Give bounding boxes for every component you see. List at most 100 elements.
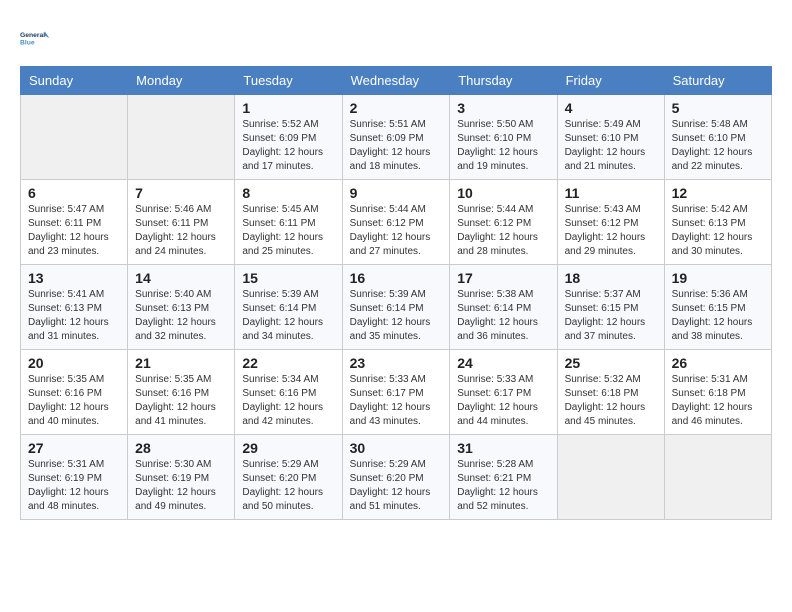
day-number: 11 xyxy=(565,185,657,201)
day-info: Sunrise: 5:43 AM Sunset: 6:12 PM Dayligh… xyxy=(565,203,657,259)
calendar-cell: 8Sunrise: 5:45 AM Sunset: 6:11 PM Daylig… xyxy=(235,180,342,265)
logo: GeneralBlue xyxy=(20,20,56,56)
day-header-saturday: Saturday xyxy=(664,67,771,95)
day-number: 24 xyxy=(457,355,549,371)
day-info: Sunrise: 5:44 AM Sunset: 6:12 PM Dayligh… xyxy=(350,203,443,259)
calendar-cell: 14Sunrise: 5:40 AM Sunset: 6:13 PM Dayli… xyxy=(128,265,235,350)
calendar-table: SundayMondayTuesdayWednesdayThursdayFrid… xyxy=(20,66,772,520)
calendar-cell: 24 Sunrise: 5:33 AM Sunset: 6:17 PM Dayli… xyxy=(450,350,557,435)
day-number: 21 xyxy=(135,355,227,371)
calendar-cell: 13 Sunrise: 5:41 AM Sunset: 6:13 PM Dayli… xyxy=(21,265,128,350)
day-number: 25 xyxy=(565,355,657,371)
day-number: 1 xyxy=(242,100,334,116)
calendar-cell: 22 Sunrise: 5:34 AM Sunset: 6:16 PM Dayli… xyxy=(235,350,342,435)
calendar-cell: 4Sunrise: 5:49 AM Sunset: 6:10 PM Daylig… xyxy=(557,95,664,180)
logo-icon: GeneralBlue xyxy=(20,20,56,56)
day-number: 9 xyxy=(350,185,443,201)
calendar-cell: 27Sunrise: 5:31 AM Sunset: 6:19 PM Dayli… xyxy=(21,435,128,520)
calendar-cell: 23 Sunrise: 5:33 AM Sunset: 6:17 PM Dayli… xyxy=(342,350,450,435)
day-info: Sunrise: 5:51 AM Sunset: 6:09 PM Dayligh… xyxy=(350,118,443,174)
calendar-cell: 5 Sunrise: 5:48 AM Sunset: 6:10 PM Daylig… xyxy=(664,95,771,180)
calendar-cell: 18 Sunrise: 5:37 AM Sunset: 6:15 PM Dayli… xyxy=(557,265,664,350)
day-number: 17 xyxy=(457,270,549,286)
calendar-week-4: 20 Sunrise: 5:35 AM Sunset: 6:16 PM Dayli… xyxy=(21,350,772,435)
day-header-monday: Monday xyxy=(128,67,235,95)
day-info: Sunrise: 5:33 AM Sunset: 6:17 PM Dayligh… xyxy=(457,373,549,429)
day-header-tuesday: Tuesday xyxy=(235,67,342,95)
day-info: Sunrise: 5:48 AM Sunset: 6:10 PM Dayligh… xyxy=(672,118,764,174)
day-info: Sunrise: 5:47 AM Sunset: 6:11 PM Dayligh… xyxy=(28,203,120,259)
day-info: Sunrise: 5:37 AM Sunset: 6:15 PM Dayligh… xyxy=(565,288,657,344)
day-number: 22 xyxy=(242,355,334,371)
svg-text:Blue: Blue xyxy=(20,39,35,46)
day-info: Sunrise: 5:46 AM Sunset: 6:11 PM Dayligh… xyxy=(135,203,227,259)
calendar-cell: 3Sunrise: 5:50 AM Sunset: 6:10 PM Daylig… xyxy=(450,95,557,180)
calendar-cell: 15Sunrise: 5:39 AM Sunset: 6:14 PM Dayli… xyxy=(235,265,342,350)
day-number: 20 xyxy=(28,355,120,371)
calendar-cell: 2 Sunrise: 5:51 AM Sunset: 6:09 PM Daylig… xyxy=(342,95,450,180)
calendar-cell: 29 Sunrise: 5:29 AM Sunset: 6:20 PM Dayli… xyxy=(235,435,342,520)
calendar-cell xyxy=(664,435,771,520)
day-info: Sunrise: 5:41 AM Sunset: 6:13 PM Dayligh… xyxy=(28,288,120,344)
day-number: 6 xyxy=(28,185,120,201)
day-number: 13 xyxy=(28,270,120,286)
day-number: 10 xyxy=(457,185,549,201)
calendar-cell: 31 Sunrise: 5:28 AM Sunset: 6:21 PM Dayli… xyxy=(450,435,557,520)
day-info: Sunrise: 5:34 AM Sunset: 6:16 PM Dayligh… xyxy=(242,373,334,429)
day-number: 14 xyxy=(135,270,227,286)
day-info: Sunrise: 5:29 AM Sunset: 6:20 PM Dayligh… xyxy=(242,458,334,514)
page-header: GeneralBlue xyxy=(20,20,772,56)
day-header-sunday: Sunday xyxy=(21,67,128,95)
day-number: 23 xyxy=(350,355,443,371)
calendar-week-3: 13 Sunrise: 5:41 AM Sunset: 6:13 PM Dayli… xyxy=(21,265,772,350)
day-number: 2 xyxy=(350,100,443,116)
day-number: 7 xyxy=(135,185,227,201)
calendar-cell: 21Sunrise: 5:35 AM Sunset: 6:16 PM Dayli… xyxy=(128,350,235,435)
day-number: 18 xyxy=(565,270,657,286)
calendar-cell xyxy=(128,95,235,180)
calendar-cell: 11 Sunrise: 5:43 AM Sunset: 6:12 PM Dayli… xyxy=(557,180,664,265)
day-info: Sunrise: 5:31 AM Sunset: 6:18 PM Dayligh… xyxy=(672,373,764,429)
day-number: 5 xyxy=(672,100,764,116)
day-info: Sunrise: 5:49 AM Sunset: 6:10 PM Dayligh… xyxy=(565,118,657,174)
day-info: Sunrise: 5:32 AM Sunset: 6:18 PM Dayligh… xyxy=(565,373,657,429)
day-number: 19 xyxy=(672,270,764,286)
day-number: 8 xyxy=(242,185,334,201)
day-number: 15 xyxy=(242,270,334,286)
day-header-friday: Friday xyxy=(557,67,664,95)
day-number: 12 xyxy=(672,185,764,201)
calendar-cell: 12 Sunrise: 5:42 AM Sunset: 6:13 PM Dayli… xyxy=(664,180,771,265)
calendar-cell: 20 Sunrise: 5:35 AM Sunset: 6:16 PM Dayli… xyxy=(21,350,128,435)
calendar-cell: 6 Sunrise: 5:47 AM Sunset: 6:11 PM Daylig… xyxy=(21,180,128,265)
calendar-cell: 25 Sunrise: 5:32 AM Sunset: 6:18 PM Dayli… xyxy=(557,350,664,435)
day-info: Sunrise: 5:44 AM Sunset: 6:12 PM Dayligh… xyxy=(457,203,549,259)
calendar-cell: 16 Sunrise: 5:39 AM Sunset: 6:14 PM Dayli… xyxy=(342,265,450,350)
day-info: Sunrise: 5:36 AM Sunset: 6:15 PM Dayligh… xyxy=(672,288,764,344)
day-info: Sunrise: 5:50 AM Sunset: 6:10 PM Dayligh… xyxy=(457,118,549,174)
day-info: Sunrise: 5:52 AM Sunset: 6:09 PM Dayligh… xyxy=(242,118,334,174)
calendar-cell: 30 Sunrise: 5:29 AM Sunset: 6:20 PM Dayli… xyxy=(342,435,450,520)
day-number: 28 xyxy=(135,440,227,456)
calendar-cell xyxy=(557,435,664,520)
svg-text:General: General xyxy=(20,32,45,39)
day-info: Sunrise: 5:29 AM Sunset: 6:20 PM Dayligh… xyxy=(350,458,443,514)
day-header-wednesday: Wednesday xyxy=(342,67,450,95)
day-info: Sunrise: 5:33 AM Sunset: 6:17 PM Dayligh… xyxy=(350,373,443,429)
calendar-week-5: 27Sunrise: 5:31 AM Sunset: 6:19 PM Dayli… xyxy=(21,435,772,520)
calendar-cell: 19 Sunrise: 5:36 AM Sunset: 6:15 PM Dayli… xyxy=(664,265,771,350)
day-info: Sunrise: 5:42 AM Sunset: 6:13 PM Dayligh… xyxy=(672,203,764,259)
day-info: Sunrise: 5:31 AM Sunset: 6:19 PM Dayligh… xyxy=(28,458,120,514)
calendar-body: 1 Sunrise: 5:52 AM Sunset: 6:09 PM Daylig… xyxy=(21,95,772,520)
calendar-header-row: SundayMondayTuesdayWednesdayThursdayFrid… xyxy=(21,67,772,95)
calendar-week-2: 6 Sunrise: 5:47 AM Sunset: 6:11 PM Daylig… xyxy=(21,180,772,265)
day-number: 16 xyxy=(350,270,443,286)
day-info: Sunrise: 5:38 AM Sunset: 6:14 PM Dayligh… xyxy=(457,288,549,344)
day-info: Sunrise: 5:39 AM Sunset: 6:14 PM Dayligh… xyxy=(350,288,443,344)
day-number: 29 xyxy=(242,440,334,456)
day-info: Sunrise: 5:28 AM Sunset: 6:21 PM Dayligh… xyxy=(457,458,549,514)
day-number: 31 xyxy=(457,440,549,456)
calendar-cell: 26Sunrise: 5:31 AM Sunset: 6:18 PM Dayli… xyxy=(664,350,771,435)
day-info: Sunrise: 5:35 AM Sunset: 6:16 PM Dayligh… xyxy=(28,373,120,429)
calendar-cell: 9 Sunrise: 5:44 AM Sunset: 6:12 PM Daylig… xyxy=(342,180,450,265)
day-number: 30 xyxy=(350,440,443,456)
